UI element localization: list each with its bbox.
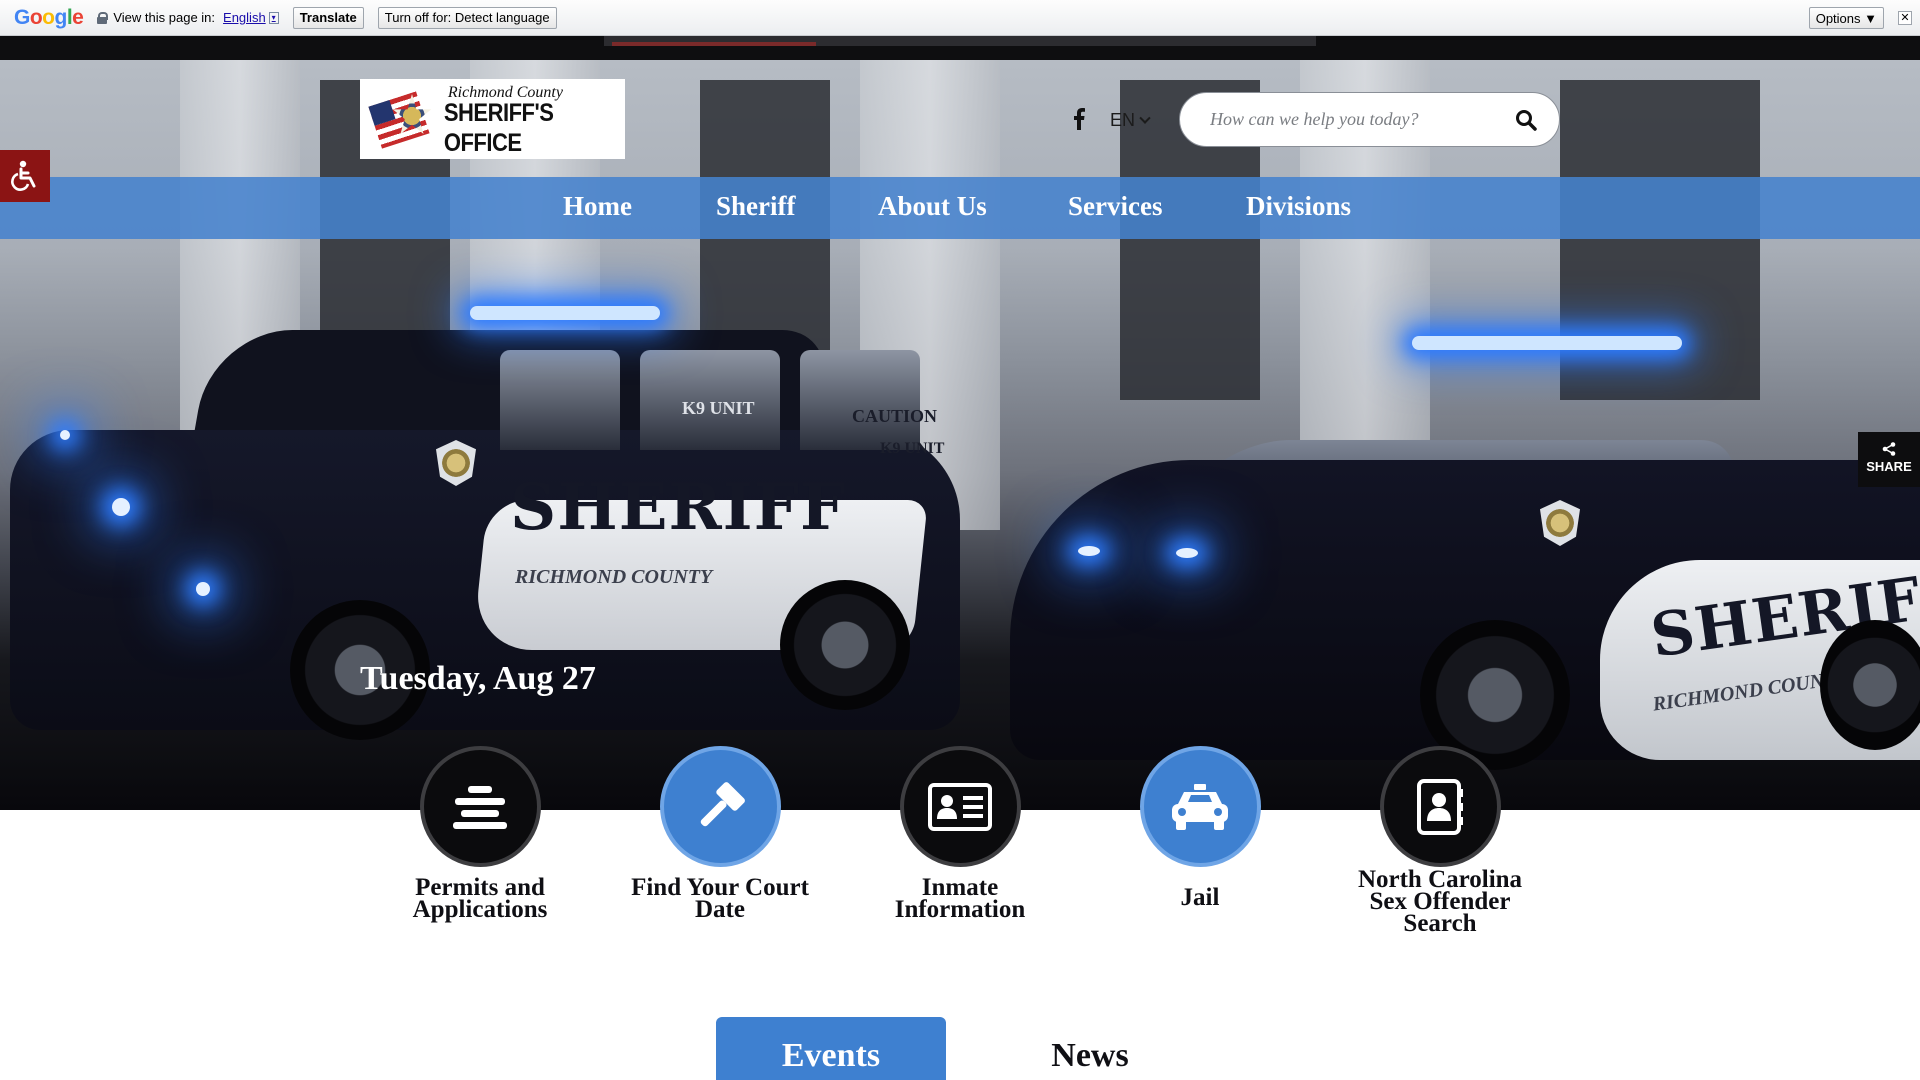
nav-services[interactable]: Services	[1068, 191, 1162, 222]
nav-home[interactable]: Home	[563, 191, 632, 222]
translate-button[interactable]: Translate	[292, 6, 364, 29]
accessibility-button[interactable]	[0, 150, 50, 202]
nav-about-us[interactable]: About Us	[878, 191, 987, 222]
quick-link-label: Find Your Court Date	[631, 874, 809, 923]
main-nav: Home Sheriff About Us Services Divisions	[0, 177, 1920, 239]
translate-view-label: View this page in:	[113, 10, 216, 25]
translate-language-label: English	[223, 10, 266, 25]
quick-link-permits[interactable]: Permits and Applications	[380, 746, 580, 923]
translate-bar: Google View this page in: English ▾ Trans…	[0, 0, 1920, 36]
current-date: Tuesday, Aug 27	[360, 660, 596, 697]
google-logo: Google	[14, 5, 84, 29]
suv-k9-text: K9 UNIT	[682, 398, 755, 418]
quick-link-circle	[419, 746, 541, 867]
taxi-icon	[1172, 783, 1228, 830]
translate-language-select[interactable]: English ▾	[223, 10, 279, 25]
facebook-icon[interactable]	[1073, 108, 1085, 130]
top-strip	[0, 36, 1920, 60]
quick-link-circle	[899, 746, 1021, 867]
chevron-down-icon	[1139, 112, 1151, 124]
quick-link-circle	[1139, 746, 1261, 867]
hero-image: SHERIFF RICHMOND COUNTY K9 UNIT CAUTION …	[0, 60, 1920, 810]
language-label: EN	[1110, 110, 1136, 130]
lock-icon	[97, 11, 109, 24]
quick-link-circle	[659, 746, 781, 867]
nav-divisions[interactable]: Divisions	[1246, 191, 1351, 222]
logo-office-name: SHERIFF'S OFFICE	[443, 98, 554, 157]
search-icon[interactable]	[1515, 109, 1537, 131]
translate-options-button[interactable]: Options ▼	[1808, 7, 1884, 29]
language-select[interactable]: EN	[1110, 110, 1151, 131]
quick-link-sex-offender-search[interactable]: North Carolina Sex Offender Search	[1340, 746, 1540, 937]
tab-news[interactable]: News	[1010, 1017, 1170, 1080]
tab-events[interactable]: Events	[716, 1017, 946, 1080]
suv-caution-text: CAUTION	[852, 406, 938, 426]
quick-link-label: Jail	[1180, 884, 1220, 911]
suv-county-text: RICHMOND COUNTY	[515, 566, 713, 588]
gavel-icon	[700, 781, 745, 826]
search-input[interactable]	[1210, 109, 1500, 130]
quick-link-circle	[1379, 746, 1501, 867]
id-card-icon	[928, 782, 992, 831]
suv-k9-rear-text: K9 UNIT	[880, 440, 945, 457]
quick-link-jail[interactable]: Jail	[1100, 746, 1300, 911]
share-icon	[1882, 442, 1896, 456]
close-icon[interactable]: ✕	[1898, 11, 1912, 25]
share-button[interactable]: SHARE	[1858, 432, 1920, 487]
stacked-lines-icon	[453, 785, 507, 829]
quick-link-court-date[interactable]: Find Your Court Date	[620, 746, 820, 923]
site-search	[1179, 92, 1560, 147]
chevron-down-icon: ▾	[268, 11, 279, 24]
wheelchair-icon	[11, 160, 36, 191]
nav-sheriff[interactable]: Sheriff	[716, 191, 795, 222]
seal-icon	[368, 88, 438, 150]
quick-link-label: North Carolina Sex Offender Search	[1357, 866, 1523, 937]
quick-link-label: Permits and Applications	[412, 874, 548, 923]
quick-link-label: Inmate Information	[894, 874, 1026, 923]
address-book-icon	[1417, 778, 1463, 835]
turn-off-translate-button[interactable]: Turn off for: Detect language	[377, 6, 557, 29]
sheriff-office-logo[interactable]: Richmond County SHERIFF'S OFFICE	[360, 79, 625, 159]
share-label: SHARE	[1866, 459, 1912, 474]
suv-sheriff-text: SHERIFF	[510, 470, 847, 545]
quick-link-inmate-info[interactable]: Inmate Information	[860, 746, 1060, 923]
